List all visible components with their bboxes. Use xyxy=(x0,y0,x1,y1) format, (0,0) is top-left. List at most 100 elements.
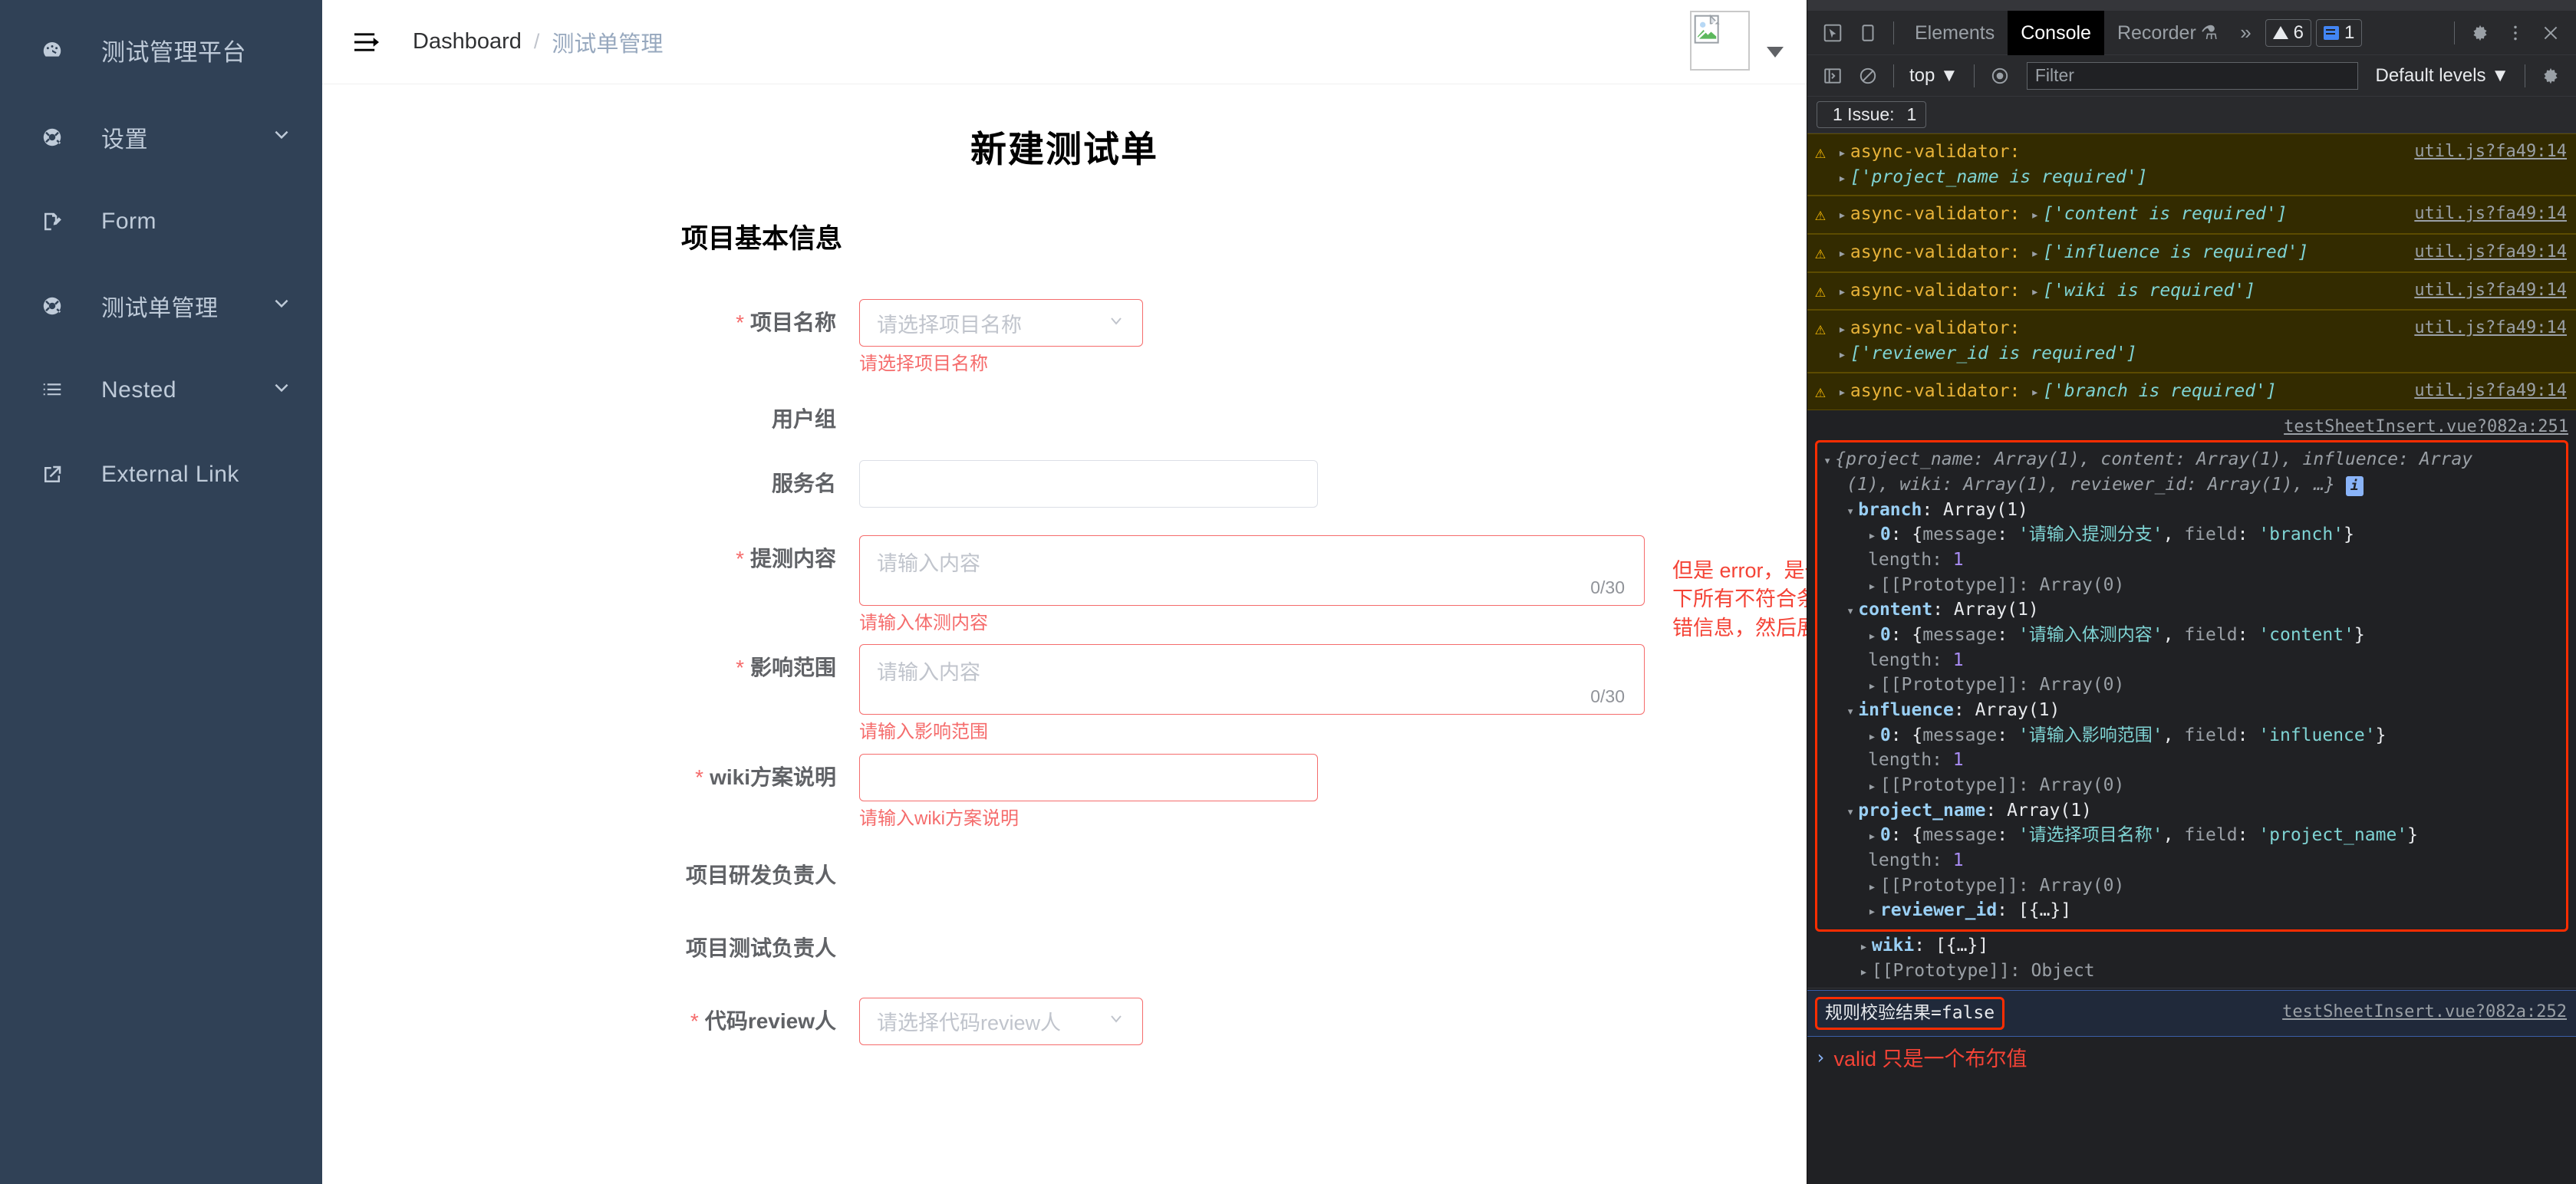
console-sidebar-toggle-icon[interactable] xyxy=(1815,58,1850,94)
log-levels-selector[interactable]: Default levels ▼ xyxy=(2367,65,2517,87)
project-name-select[interactable]: 请选择项目名称 xyxy=(859,299,1143,347)
object-item[interactable]: ▸ 0: {message: '请选择项目名称', field: 'project… xyxy=(1823,823,2560,848)
expand-arrow-icon[interactable]: ▸ xyxy=(1868,528,1876,544)
expand-arrow-icon[interactable]: ▸ xyxy=(1860,964,1868,980)
inspect-element-icon[interactable] xyxy=(1815,15,1850,51)
console-warning-row[interactable]: ⚠ ▸ async-validator: ▸ ['influence is requ… xyxy=(1807,233,2576,272)
object-group-branch[interactable]: ▾ branch: Array(1) xyxy=(1823,498,2560,523)
expand-arrow-icon[interactable]: ▸ xyxy=(1868,578,1876,594)
influence-textarea[interactable]: 请输入内容 xyxy=(859,644,1645,715)
breadcrumb-test-sheet-mgmt[interactable]: 测试单管理 xyxy=(552,26,663,58)
object-prototype[interactable]: ▸ [[Prototype]]: Array(0) xyxy=(1823,573,2560,598)
tab-console[interactable]: Console xyxy=(2008,10,2104,55)
object-group-wiki[interactable]: ▸ wiki: [{…}] xyxy=(1815,933,2568,959)
console-warning-row[interactable]: ⚠ ▸ async-validator: ▸ ['project_name is r… xyxy=(1807,133,2576,196)
log-source-link[interactable]: util.js?fa49:14 xyxy=(2414,278,2567,302)
close-icon[interactable] xyxy=(2533,15,2568,51)
more-tabs-icon[interactable]: » xyxy=(2231,21,2260,44)
console-warning-row[interactable]: ⚠ ▸ async-validator: ▸ ['content is requir… xyxy=(1807,196,2576,234)
log-source-link[interactable]: util.js?fa49:14 xyxy=(2414,202,2567,225)
log-source-link[interactable]: util.js?fa49:14 xyxy=(2414,316,2567,340)
console-warning-row[interactable]: ⚠ ▸ async-validator: ▸ ['branch is require… xyxy=(1807,372,2576,411)
device-toolbar-icon[interactable] xyxy=(1850,15,1886,51)
warning-count-badge[interactable]: 6 xyxy=(2265,18,2312,47)
log-source-link[interactable]: util.js?fa49:14 xyxy=(2414,140,2567,163)
code-reviewer-select[interactable]: 请选择代码review人 xyxy=(859,997,1143,1045)
expand-arrow-icon[interactable]: ▸ xyxy=(2031,207,2039,223)
log-source-link[interactable]: util.js?fa49:14 xyxy=(2414,379,2567,403)
console-settings-gear-icon[interactable] xyxy=(2533,58,2568,94)
console-warning-row[interactable]: ⚠ ▸ async-validator: ▸ ['reviewer_id is re… xyxy=(1807,310,2576,373)
expand-arrow-icon[interactable]: ▸ xyxy=(1868,728,1876,745)
object-prototype[interactable]: ▸ [[Prototype]]: Array(0) xyxy=(1823,873,2560,899)
expand-arrow-icon[interactable]: ▸ xyxy=(1868,778,1876,794)
console-filter-input[interactable]: Filter xyxy=(2026,61,2359,90)
log-source-link[interactable]: util.js?fa49:14 xyxy=(2414,240,2567,264)
expand-arrow-icon[interactable]: ▸ xyxy=(1868,628,1876,644)
object-prototype[interactable]: ▸ [[Prototype]]: Array(0) xyxy=(1823,773,2560,798)
sidebar-item-brand[interactable]: 测试管理平台 xyxy=(0,5,322,95)
object-prototype[interactable]: ▸ [[Prototype]]: Array(0) xyxy=(1823,673,2560,698)
more-options-icon[interactable] xyxy=(2498,15,2533,51)
expand-arrow-icon[interactable]: ▸ xyxy=(1838,284,1846,300)
settings-gear-icon[interactable] xyxy=(2462,15,2498,51)
console-log-list[interactable]: ⚠ ▸ async-validator: ▸ ['project_name is r… xyxy=(1807,133,2576,1184)
sidebar-item-test-sheet-mgmt[interactable]: 测试单管理 xyxy=(0,264,322,348)
object-group-project-name[interactable]: ▾ project_name: Array(1) xyxy=(1823,798,2560,824)
content-textarea[interactable]: 请输入内容 xyxy=(859,535,1645,607)
collapse-arrow-icon[interactable]: ▾ xyxy=(1846,804,1854,820)
hamburger-menu-icon[interactable] xyxy=(350,25,384,59)
expand-arrow-icon[interactable]: ▸ xyxy=(1838,384,1846,400)
object-item[interactable]: ▸ 0: {message: '请输入影响范围', field: 'influen… xyxy=(1823,723,2560,748)
console-filter-toolbar: top ▼ Filter Default levels ▼ xyxy=(1807,55,2576,97)
info-icon[interactable]: i xyxy=(2345,476,2364,496)
chevron-down-icon[interactable] xyxy=(1767,46,1784,61)
console-result-row[interactable]: 规则校验结果=false testSheetInsert.vue?082a:25… xyxy=(1807,990,2576,1037)
console-warning-row[interactable]: ⚠ ▸ async-validator: ▸ ['wiki is required'… xyxy=(1807,271,2576,311)
message-count-badge[interactable]: 1 xyxy=(2316,18,2363,47)
log-source-link[interactable]: testSheetInsert.vue?082a:252 xyxy=(2282,1000,2567,1024)
expand-arrow-icon[interactable]: ▸ xyxy=(1838,207,1846,223)
object-group-content[interactable]: ▾ content: Array(1) xyxy=(1823,597,2560,623)
collapse-arrow-icon[interactable]: ▾ xyxy=(1846,504,1854,519)
object-group-influence[interactable]: ▾ influence: Array(1) xyxy=(1823,698,2560,723)
clear-console-icon[interactable] xyxy=(1850,58,1886,94)
user-menu[interactable] xyxy=(1690,11,1784,71)
expand-arrow-icon[interactable]: ▸ xyxy=(1838,347,1846,363)
object-item[interactable]: ▸ 0: {message: '请输入提测分支', field: 'branch'… xyxy=(1823,522,2560,548)
expand-arrow-icon[interactable]: ▸ xyxy=(1868,678,1876,694)
log-source-link[interactable]: testSheetInsert.vue?082a:251 xyxy=(1815,415,2568,439)
expand-arrow-icon[interactable]: ▸ xyxy=(1838,170,1846,186)
expand-arrow-icon[interactable]: ▸ xyxy=(2031,284,2039,300)
tab-elements[interactable]: Elements xyxy=(1902,11,2008,55)
console-prompt-row[interactable]: › valid 只是一个布尔值 xyxy=(1807,1037,2576,1081)
issue-count-pill[interactable]: 1 Issue: 1 xyxy=(1817,101,1927,128)
object-group-reviewer-id[interactable]: ▸ reviewer_id: [{…}] xyxy=(1823,898,2560,923)
execution-context-selector[interactable]: top ▼ xyxy=(1902,65,1966,87)
object-summary[interactable]: ▾ {project_name: Array(1), content: Array… xyxy=(1823,447,2560,472)
expand-arrow-icon[interactable]: ▸ xyxy=(1868,879,1876,895)
service-name-input[interactable] xyxy=(859,460,1318,508)
collapse-arrow-icon[interactable]: ▾ xyxy=(1846,704,1854,719)
sidebar-item-form[interactable]: Form xyxy=(0,179,322,264)
tab-recorder[interactable]: Recorder ⚗ xyxy=(2104,11,2231,55)
expand-arrow-icon[interactable]: ▸ xyxy=(2031,245,2039,261)
collapse-arrow-icon[interactable]: ▾ xyxy=(1823,453,1831,469)
expand-arrow-icon[interactable]: ▸ xyxy=(2031,384,2039,400)
expand-arrow-icon[interactable]: ▸ xyxy=(1868,828,1876,844)
expand-arrow-icon[interactable]: ▸ xyxy=(1868,903,1876,919)
wiki-input[interactable] xyxy=(859,753,1318,801)
collapse-arrow-icon[interactable]: ▾ xyxy=(1846,604,1854,619)
sidebar-item-settings[interactable]: 设置 xyxy=(0,95,322,179)
sidebar-item-external-link[interactable]: External Link xyxy=(0,432,322,517)
expand-arrow-icon[interactable]: ▸ xyxy=(1860,939,1868,955)
expand-arrow-icon[interactable]: ▸ xyxy=(1838,321,1846,337)
console-eye-icon[interactable] xyxy=(1982,58,2018,94)
sidebar-item-nested[interactable]: Nested xyxy=(0,348,322,432)
expand-arrow-icon[interactable]: ▸ xyxy=(1838,245,1846,261)
object-root-prototype[interactable]: ▸ [[Prototype]]: Object xyxy=(1815,959,2568,984)
console-object-log-row[interactable]: testSheetInsert.vue?082a:251 ▾ {project_n… xyxy=(1807,410,2576,989)
expand-arrow-icon[interactable]: ▸ xyxy=(1838,145,1846,161)
object-item[interactable]: ▸ 0: {message: '请输入体测内容', field: 'content… xyxy=(1823,623,2560,648)
avatar[interactable] xyxy=(1690,11,1750,71)
